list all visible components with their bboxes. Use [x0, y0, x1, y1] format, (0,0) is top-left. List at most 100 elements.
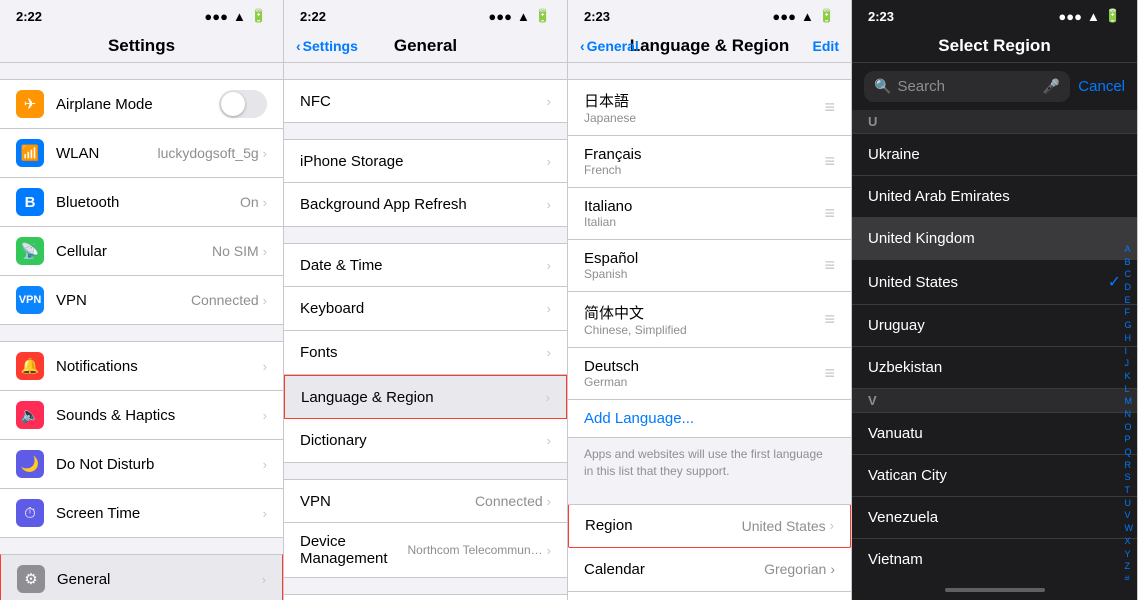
region-item-us[interactable]: United States ✓ [852, 260, 1137, 305]
region-list-scroll[interactable]: U Ukraine United Arab Emirates United Ki… [852, 110, 1137, 580]
calendar-cell[interactable]: Calendar Gregorian › [568, 548, 851, 592]
temp-cell[interactable]: Temperature Unit °F › [568, 592, 851, 600]
lang-cell-french[interactable]: Français French ≡ [568, 136, 851, 188]
region-item-uzbekistan[interactable]: Uzbekistan [852, 347, 1137, 389]
index-p[interactable]: P [1125, 434, 1134, 446]
index-r[interactable]: R [1125, 460, 1134, 472]
general-cell-keyboard[interactable]: Keyboard › [284, 287, 567, 331]
region-item-venezuela[interactable]: Venezuela [852, 497, 1137, 539]
general-cell-iphone-storage[interactable]: iPhone Storage › [284, 139, 567, 183]
region-item-uk[interactable]: United Kingdom [852, 218, 1137, 260]
index-g[interactable]: G [1125, 320, 1134, 332]
battery-icon-4: 🔋 [1105, 8, 1121, 24]
index-q[interactable]: Q [1125, 447, 1134, 459]
index-hash[interactable]: # [1125, 574, 1134, 580]
settings-cell-notifications[interactable]: 🔔 Notifications › [0, 341, 283, 391]
general-cell-dictionary[interactable]: Dictionary › [284, 419, 567, 463]
index-i[interactable]: I [1125, 346, 1134, 358]
index-u[interactable]: U [1125, 498, 1134, 510]
general-label: General [57, 571, 262, 588]
lang-cell-italian[interactable]: Italiano Italian ≡ [568, 188, 851, 240]
region-item-uruguay[interactable]: Uruguay [852, 305, 1137, 347]
index-m[interactable]: M [1125, 396, 1134, 408]
index-a[interactable]: A [1125, 244, 1134, 256]
general-scroll[interactable]: NFC › iPhone Storage › Background App Re… [284, 63, 567, 600]
index-w[interactable]: W [1125, 523, 1134, 535]
settings-cell-vpn[interactable]: VPN VPN Connected › [0, 276, 283, 325]
index-e[interactable]: E [1125, 295, 1134, 307]
settings-cell-sounds[interactable]: 🔈 Sounds & Haptics › [0, 391, 283, 440]
lang-cell-japanese[interactable]: 日本語 Japanese ≡ [568, 79, 851, 136]
index-h[interactable]: H [1125, 333, 1134, 345]
vpn-icon: VPN [16, 286, 44, 314]
general-group: ⚙ General › ◎ Control Center › ☀ Display… [0, 554, 283, 600]
back-button-lang[interactable]: ‹ General [580, 38, 639, 54]
airplane-mode-toggle[interactable] [219, 90, 267, 118]
region-group: Region United States › Calendar Gregoria… [568, 504, 851, 600]
index-z[interactable]: Z [1125, 561, 1134, 573]
language-region-label: Language & Region [301, 389, 546, 406]
search-cancel-button[interactable]: Cancel [1078, 78, 1125, 95]
language-region-scroll[interactable]: 日本語 Japanese ≡ Français French ≡ Italian… [568, 63, 851, 600]
settings-scroll[interactable]: ✈ Airplane Mode 📶 WLAN luckydogsoft_5g ›… [0, 63, 283, 600]
index-t[interactable]: T [1125, 485, 1134, 497]
index-x[interactable]: X [1125, 536, 1134, 548]
wifi-icon-2: ▲ [517, 9, 530, 24]
index-v[interactable]: V [1125, 510, 1134, 522]
settings-cell-general[interactable]: ⚙ General › [0, 554, 283, 600]
general-cell-vpn[interactable]: VPN Connected › [284, 479, 567, 523]
drag-handle-french: ≡ [824, 151, 835, 172]
wlan-icon: 📶 [16, 139, 44, 167]
back-button-general[interactable]: ‹ Settings [296, 38, 358, 54]
index-y[interactable]: Y [1125, 549, 1134, 561]
index-l[interactable]: L [1125, 384, 1134, 396]
search-input-wrap[interactable]: 🔍 Search 🎤 [864, 71, 1070, 102]
lang-cell-chinese[interactable]: 简体中文 Chinese, Simplified ≡ [568, 292, 851, 348]
general-cell-fonts[interactable]: Fonts › [284, 331, 567, 375]
general-cell-background-app[interactable]: Background App Refresh › [284, 183, 567, 227]
region-cell[interactable]: Region United States › [568, 504, 851, 548]
index-d[interactable]: D [1125, 282, 1134, 294]
select-region-header: Select Region [852, 28, 1137, 63]
settings-cell-wlan[interactable]: 📶 WLAN luckydogsoft_5g › [0, 129, 283, 178]
index-b[interactable]: B [1125, 257, 1134, 269]
general-cell-language-region[interactable]: Language & Region › [284, 375, 567, 419]
settings-cell-dnd[interactable]: 🌙 Do Not Disturb › [0, 440, 283, 489]
settings-cell-airplane-mode[interactable]: ✈ Airplane Mode [0, 79, 283, 129]
region-item-vatican[interactable]: Vatican City [852, 455, 1137, 497]
add-language-button[interactable]: Add Language... [568, 400, 851, 438]
settings-cell-screen-time[interactable]: ⏱ Screen Time › [0, 489, 283, 538]
index-j[interactable]: J [1125, 358, 1134, 370]
index-s[interactable]: S [1125, 472, 1134, 484]
region-item-vietnam[interactable]: Vietnam [852, 539, 1137, 580]
mic-icon: 🎤 [1043, 78, 1060, 95]
us-check-icon: ✓ [1108, 272, 1121, 292]
region-item-ukraine[interactable]: Ukraine [852, 134, 1137, 176]
settings-cell-cellular[interactable]: 📡 Cellular No SIM › [0, 227, 283, 276]
airplane-mode-icon: ✈ [16, 90, 44, 118]
region-item-uae[interactable]: United Arab Emirates [852, 176, 1137, 218]
index-o[interactable]: O [1125, 422, 1134, 434]
index-k[interactable]: K [1125, 371, 1134, 383]
general-cell-nfc[interactable]: NFC › [284, 79, 567, 123]
lang-cell-german[interactable]: Deutsch German ≡ [568, 348, 851, 400]
edit-button[interactable]: Edit [813, 38, 839, 54]
status-bar-3: 2:23 ●●● ▲ 🔋 [568, 0, 851, 28]
settings-cell-bluetooth[interactable]: B Bluetooth On › [0, 178, 283, 227]
alphabet-index-bar[interactable]: A B C D E F G H I J K L M N O P Q R S T … [1121, 240, 1138, 580]
index-f[interactable]: F [1125, 307, 1134, 319]
signal-icon: ●●● [204, 9, 228, 24]
screen-time-label: Screen Time [56, 505, 263, 522]
general-cell-date-time[interactable]: Date & Time › [284, 243, 567, 287]
lang-cell-spanish[interactable]: Español Spanish ≡ [568, 240, 851, 292]
index-c[interactable]: C [1125, 269, 1134, 281]
screen-time-icon: ⏱ [16, 499, 44, 527]
general-cell-device-mgmt[interactable]: Device Management Northcom Telecommun… › [284, 523, 567, 578]
cellular-label: Cellular [56, 243, 212, 260]
status-time-1: 2:22 [16, 9, 42, 24]
general-cell-legal[interactable]: Legal & Regulatory › [284, 594, 567, 600]
index-n[interactable]: N [1125, 409, 1134, 421]
section-header-v: V [852, 389, 1137, 413]
region-item-vanuatu[interactable]: Vanuatu [852, 413, 1137, 455]
signal-icon-2: ●●● [488, 9, 512, 24]
